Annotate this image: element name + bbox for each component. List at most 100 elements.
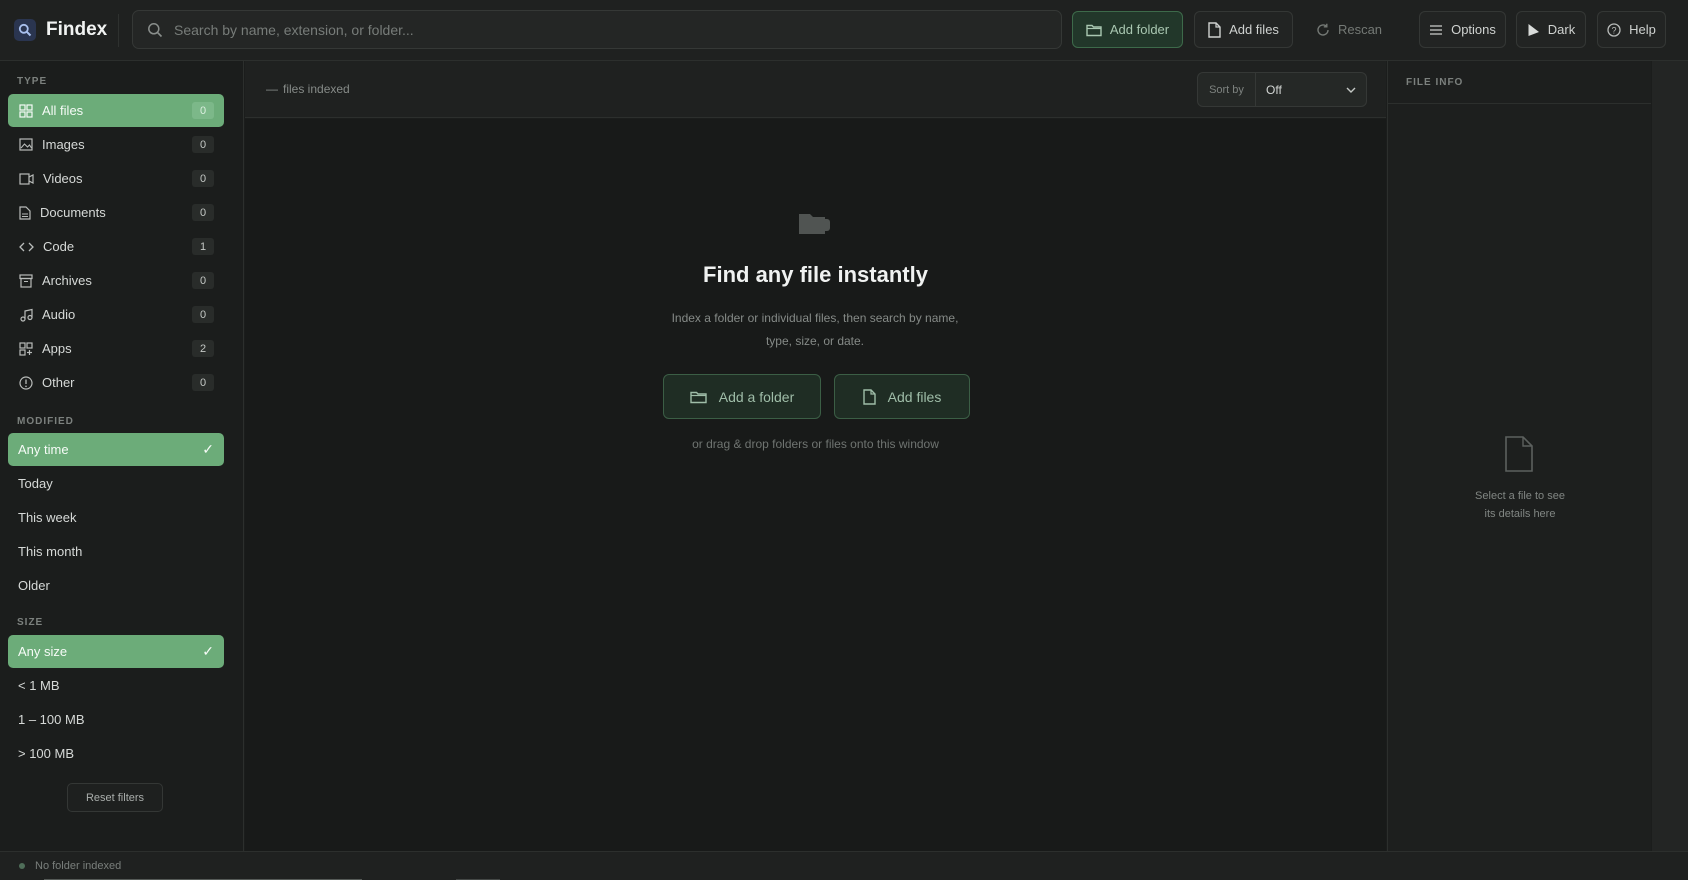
svg-text:?: ?: [1612, 25, 1617, 35]
search-input[interactable]: [174, 21, 1061, 38]
modified-filter-older[interactable]: Older: [8, 569, 224, 602]
type-filter-documents[interactable]: Documents 0: [8, 196, 224, 229]
results-header: — files indexed Sort by Off: [245, 61, 1386, 118]
modified-filter-any-time[interactable]: Any time ✓: [8, 433, 224, 466]
status-text: No folder indexed: [35, 860, 122, 872]
file-info-empty-line: Select a file to see: [1475, 490, 1565, 502]
check-icon: ✓: [202, 643, 214, 659]
size-filter-label: 1 – 100 MB: [18, 712, 85, 727]
type-filter-count: 2: [192, 340, 214, 357]
app-name: Findex: [46, 19, 108, 40]
search-icon: [147, 22, 163, 38]
type-filter-code[interactable]: Code 1: [8, 230, 224, 263]
modified-filter-this-week[interactable]: This week: [8, 501, 224, 534]
file-icon: [862, 388, 876, 405]
file-icon: [1504, 435, 1534, 473]
options-button[interactable]: Options: [1419, 11, 1506, 48]
add-files-hero-button[interactable]: Add files: [834, 374, 970, 419]
document-icon: [19, 205, 31, 220]
folder-icon: [690, 390, 707, 404]
modified-filter-this-month[interactable]: This month: [8, 535, 224, 568]
modified-filter-today[interactable]: Today: [8, 467, 224, 500]
status-bar: No folder indexed: [0, 851, 1688, 880]
size-filter-label: < 1 MB: [18, 678, 60, 693]
type-filter-audio[interactable]: Audio 0: [8, 298, 224, 331]
help-icon: ?: [1607, 22, 1621, 37]
add-folder-label: Add folder: [1109, 22, 1170, 37]
type-filter-label: All files: [42, 103, 84, 118]
archive-icon: [19, 273, 33, 288]
size-section-title: SIZE: [17, 617, 44, 628]
type-filter-count: 0: [192, 170, 214, 187]
theme-toggle-button[interactable]: Dark: [1516, 11, 1586, 48]
files-count-value: —: [266, 82, 278, 96]
add-folder-button[interactable]: Add folder: [1072, 11, 1183, 48]
size-filter-large[interactable]: > 100 MB: [8, 737, 224, 770]
rescan-button[interactable]: Rescan: [1305, 11, 1393, 48]
type-filter-count: 0: [192, 374, 214, 391]
sort-label: Sort by: [1198, 73, 1256, 106]
reset-filters-button[interactable]: Reset filters: [67, 783, 163, 812]
folder-search-icon: [797, 211, 833, 237]
type-filter-count: 0: [192, 102, 214, 119]
help-button[interactable]: ? Help: [1597, 11, 1666, 48]
files-indexed-count: — files indexed: [266, 82, 350, 96]
type-filter-label: Code: [43, 239, 75, 254]
type-filter-label: Archives: [42, 273, 92, 288]
theme-label: Dark: [1547, 22, 1576, 37]
empty-state-description: Index a folder or individual files, then…: [671, 311, 959, 348]
type-filter-all-files[interactable]: All files 0: [8, 94, 224, 127]
search-bar[interactable]: [132, 10, 1062, 49]
type-filter-count: 0: [192, 306, 214, 323]
modified-section-title: MODIFIED: [17, 416, 74, 427]
type-filter-other[interactable]: Other 0: [8, 366, 224, 399]
type-filter-videos[interactable]: Videos 0: [8, 162, 224, 195]
add-a-folder-label: Add a folder: [718, 388, 795, 405]
type-filter-archives[interactable]: Archives 0: [8, 264, 224, 297]
type-filter-label: Documents: [40, 205, 106, 220]
chevron-down-icon: [1346, 87, 1356, 93]
sort-select[interactable]: Off: [1256, 73, 1366, 106]
sort-value: Off: [1266, 82, 1282, 97]
type-filter-count: 0: [192, 136, 214, 153]
add-files-button[interactable]: Add files: [1194, 11, 1293, 48]
type-filter-count: 0: [192, 204, 214, 221]
rescan-label: Rescan: [1337, 22, 1383, 37]
drag-drop-hint: or drag & drop folders or files onto thi…: [692, 437, 939, 451]
apps-icon: [19, 341, 33, 356]
add-a-folder-button[interactable]: Add a folder: [663, 374, 821, 419]
modified-filter-label: Any time: [18, 442, 69, 457]
code-icon: [19, 241, 34, 253]
add-files-hero-label: Add files: [887, 388, 942, 405]
info-icon: [19, 375, 33, 390]
file-icon: [1208, 21, 1221, 38]
results-area: Find any file instantly Index a folder o…: [245, 119, 1386, 851]
type-section-title: TYPE: [17, 76, 48, 87]
size-filter-medium[interactable]: 1 – 100 MB: [8, 703, 224, 736]
type-filter-images[interactable]: Images 0: [8, 128, 224, 161]
filter-sidebar: TYPE All files 0 Images 0 Videos 0 Docum…: [0, 61, 244, 851]
check-icon: ✓: [202, 441, 214, 457]
sliders-icon: [1429, 24, 1443, 36]
type-filter-label: Videos: [43, 171, 83, 186]
size-filter-label: > 100 MB: [18, 746, 75, 761]
size-filter-small[interactable]: < 1 MB: [8, 669, 224, 702]
search-logo-icon: [14, 19, 36, 41]
size-filter-label: Any size: [18, 644, 68, 659]
app-brand: Findex: [14, 16, 107, 44]
modified-filter-label: Older: [18, 578, 50, 593]
refresh-icon: [1316, 23, 1330, 37]
image-icon: [19, 138, 33, 151]
type-filter-apps[interactable]: Apps 2: [8, 332, 224, 365]
type-filter-count: 1: [192, 238, 214, 255]
type-filter-label: Apps: [42, 341, 72, 356]
type-filter-label: Other: [42, 375, 75, 390]
help-label: Help: [1629, 22, 1656, 37]
file-info-empty-line: its details here: [1484, 508, 1556, 520]
size-filter-any-size[interactable]: Any size ✓: [8, 635, 224, 668]
type-filter-label: Images: [42, 137, 85, 152]
audio-icon: [19, 308, 33, 322]
video-icon: [19, 172, 34, 185]
grid-icon: [19, 103, 33, 118]
empty-state-title: Find any file instantly: [703, 262, 928, 287]
